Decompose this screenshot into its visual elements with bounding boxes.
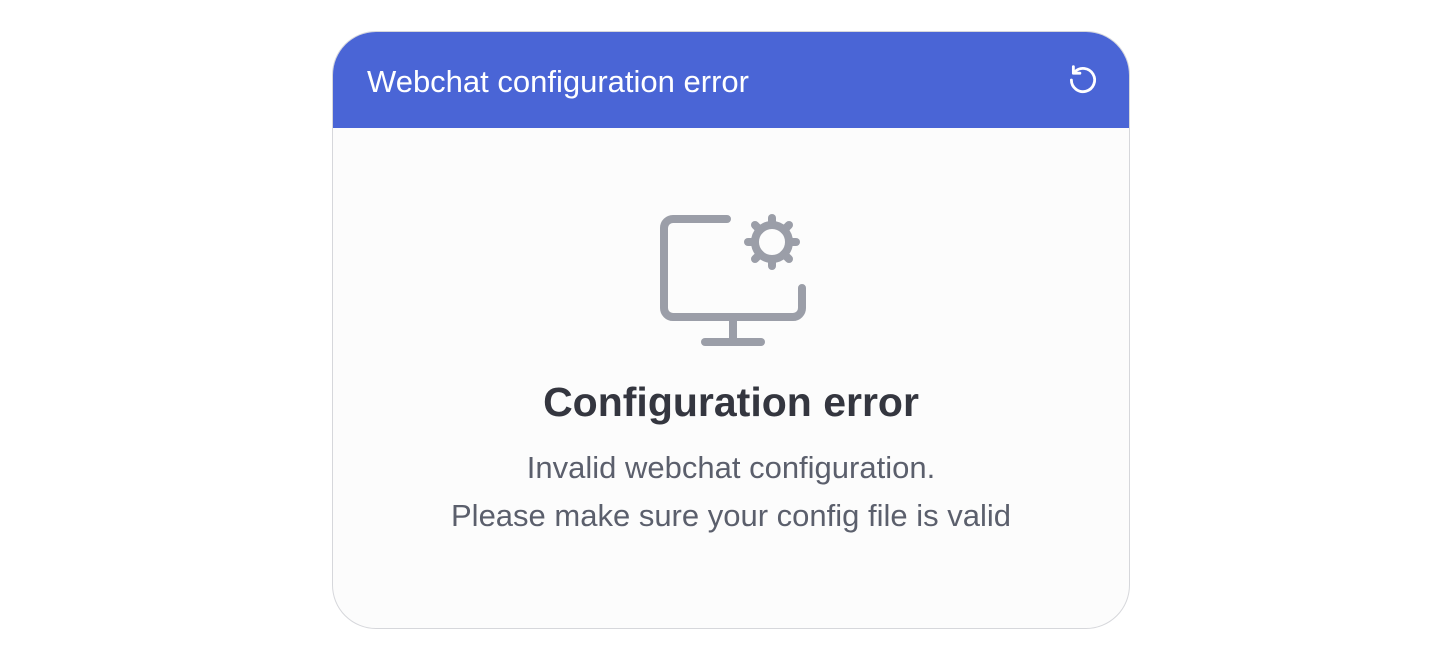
error-title: Configuration error xyxy=(543,379,919,425)
monitor-settings-icon xyxy=(660,214,806,346)
error-message-line-1: Invalid webchat configuration. xyxy=(526,450,936,485)
reload-icon xyxy=(1069,65,1097,93)
chat-header: Webchat configuration error xyxy=(333,32,1129,128)
webchat-window: Webchat configuration error Configuratio… xyxy=(332,31,1130,629)
error-message: Invalid webchat configuration. Please ma… xyxy=(333,444,1129,540)
reload-button[interactable] xyxy=(1063,60,1103,100)
error-message-line-2: Please make sure your config file is val… xyxy=(451,498,1011,533)
chat-body: Configuration error Invalid webchat conf… xyxy=(333,128,1129,628)
chat-title: Webchat configuration error xyxy=(367,63,749,99)
